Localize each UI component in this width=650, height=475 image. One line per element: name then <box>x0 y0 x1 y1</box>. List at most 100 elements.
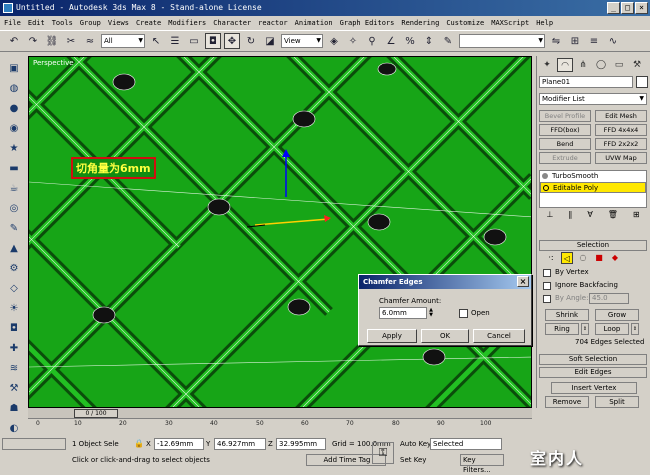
menu-customize[interactable]: Customize <box>446 19 484 27</box>
time-slider[interactable]: 0 / 100 <box>74 409 118 418</box>
cancel-button[interactable]: Cancel <box>473 329 525 343</box>
ref-coord-dropdown[interactable]: View <box>281 34 323 48</box>
link-icon[interactable]: ⛓ <box>44 33 60 49</box>
menu-character[interactable]: Character <box>213 19 251 27</box>
geosphere-icon[interactable]: ◉ <box>5 120 23 137</box>
unlink-icon[interactable]: ✂ <box>63 33 79 49</box>
select-move-icon[interactable]: ✥ <box>224 33 240 49</box>
maximize-button[interactable]: □ <box>621 2 634 14</box>
select-object-icon[interactable]: ↖ <box>148 33 164 49</box>
insert-vertex-button[interactable]: Insert Vertex <box>551 382 637 394</box>
shrink-button[interactable]: Shrink <box>545 309 589 321</box>
systems-icon[interactable]: ⚒ <box>5 380 23 397</box>
remove-modifier-icon[interactable]: 🗑 <box>608 210 618 224</box>
chamfer-amount-input[interactable]: 6.0mm ▲ ▼ <box>379 307 433 319</box>
rect-region-icon[interactable]: ▭ <box>186 33 202 49</box>
edge-icon[interactable]: ◁ <box>561 252 573 264</box>
key-mode-dropdown[interactable]: Selected <box>430 438 502 450</box>
open-checkbox[interactable] <box>459 309 468 318</box>
element-icon[interactable]: ◆ <box>609 252 621 264</box>
layer-manager-icon[interactable]: ≡ <box>586 33 602 49</box>
edit-mesh-button[interactable]: Edit Mesh <box>595 110 647 122</box>
dialog-close-button[interactable]: × <box>517 276 529 287</box>
maxscript-listener[interactable] <box>2 438 66 450</box>
x-coord-input[interactable]: -12.69mm <box>154 438 204 450</box>
hierarchy-tab-icon[interactable]: ⋔ <box>575 58 591 72</box>
menu-graph-editors[interactable]: Graph Editors <box>340 19 395 27</box>
selection-filter-dropdown[interactable]: All <box>101 34 145 48</box>
key-filters-button[interactable]: Key Filters... <box>460 454 504 474</box>
selection-rollout-header[interactable]: Selection <box>539 240 647 251</box>
pin-stack-icon[interactable]: ⊥ <box>546 210 553 224</box>
motion-tab-icon[interactable]: ◯ <box>593 58 609 72</box>
undo-icon[interactable]: ↶ <box>6 33 22 49</box>
ffd-box-button[interactable]: FFD(box) <box>539 124 591 136</box>
minimize-button[interactable]: _ <box>607 2 620 14</box>
menu-edit[interactable]: Edit <box>28 19 45 27</box>
box-icon[interactable]: ▣ <box>5 60 23 77</box>
loop-spinner-icon[interactable]: ⇕ <box>631 323 639 335</box>
make-unique-icon[interactable]: ∀ <box>587 210 592 224</box>
utilities-tab-icon[interactable]: ⚒ <box>629 58 645 72</box>
cone-icon[interactable]: ▲ <box>5 240 23 257</box>
y-coord-input[interactable]: 46.927mm <box>214 438 266 450</box>
helper-icon[interactable]: ✚ <box>5 340 23 357</box>
modifier-list-dropdown[interactable]: Modifier List <box>539 93 647 105</box>
plane-icon[interactable]: ▬ <box>5 160 23 177</box>
soft-selection-rollout-header[interactable]: Soft Selection <box>539 354 647 365</box>
loop-button[interactable]: Loop <box>595 323 629 335</box>
ffd-2x2x2-button[interactable]: FFD 2x2x2 <box>595 138 647 150</box>
configure-sets-icon[interactable]: ⊞ <box>633 210 640 224</box>
menu-tools[interactable]: Tools <box>52 19 73 27</box>
close-button[interactable]: × <box>635 2 648 14</box>
cylinder-icon[interactable]: ◍ <box>5 80 23 97</box>
material-icon[interactable]: ◐ <box>5 420 23 437</box>
key-icon[interactable]: ⚿ <box>372 442 394 464</box>
menu-file[interactable]: File <box>4 19 21 27</box>
curve-editor-icon[interactable]: ∿ <box>605 33 621 49</box>
teapot-icon[interactable]: ☕ <box>5 180 23 197</box>
object-name-input[interactable]: Plane01 <box>539 76 633 88</box>
star-icon[interactable]: ★ <box>5 140 23 157</box>
lock-icon[interactable]: 🔒 <box>134 439 144 448</box>
plus-icon[interactable] <box>543 185 549 191</box>
spinner-arrows-icon[interactable]: ▲ ▼ <box>427 308 435 318</box>
bevel-profile-button[interactable]: Bevel Profile <box>539 110 591 122</box>
snap-toggle-icon[interactable]: ⚲ <box>364 33 380 49</box>
select-scale-icon[interactable]: ◪ <box>262 33 278 49</box>
select-by-name-icon[interactable]: ☰ <box>167 33 183 49</box>
menu-views[interactable]: Views <box>108 19 129 27</box>
border-icon[interactable]: ◌ <box>577 252 589 264</box>
menu-help[interactable]: Help <box>536 19 553 27</box>
manipulate-icon[interactable]: ✧ <box>345 33 361 49</box>
stack-item-editable-poly[interactable]: Editable Poly <box>540 182 646 193</box>
select-rotate-icon[interactable]: ↻ <box>243 33 259 49</box>
ffd-4x4x4-button[interactable]: FFD 4x4x4 <box>595 124 647 136</box>
menu-group[interactable]: Group <box>80 19 101 27</box>
gear-icon[interactable]: ⚙ <box>5 260 23 277</box>
bend-button[interactable]: Bend <box>539 138 591 150</box>
lightbulb-icon[interactable] <box>542 173 548 179</box>
percent-snap-icon[interactable]: % <box>402 33 418 49</box>
camera-icon[interactable]: ◘ <box>5 320 23 337</box>
ok-button[interactable]: OK <box>421 329 469 343</box>
align-icon[interactable]: ⊞ <box>567 33 583 49</box>
vertex-icon[interactable]: ·: <box>545 252 557 264</box>
ring-spinner-icon[interactable]: ⇕ <box>581 323 589 335</box>
wrench-icon[interactable]: ✎ <box>5 220 23 237</box>
by-vertex-checkbox[interactable] <box>543 269 551 277</box>
polygon-icon[interactable]: ■ <box>593 252 605 264</box>
time-slider-track[interactable]: 0 / 100 <box>28 408 532 418</box>
bind-space-warp-icon[interactable]: ≈ <box>82 33 98 49</box>
object-color-swatch[interactable] <box>636 76 648 88</box>
ignore-backfacing-checkbox[interactable] <box>543 282 551 290</box>
tube-icon[interactable]: ◎ <box>5 200 23 217</box>
sphere-icon[interactable]: ● <box>5 100 23 117</box>
extrude-modifier-button[interactable]: Extrude <box>539 152 591 164</box>
redo-icon[interactable]: ↷ <box>25 33 41 49</box>
auto-key-button[interactable]: Auto Key <box>400 438 431 450</box>
modify-tab-icon[interactable]: ◠ <box>557 58 573 72</box>
light-icon[interactable]: ☀ <box>5 300 23 317</box>
spinner-snap-icon[interactable]: ⇕ <box>421 33 437 49</box>
menu-rendering[interactable]: Rendering <box>401 19 439 27</box>
